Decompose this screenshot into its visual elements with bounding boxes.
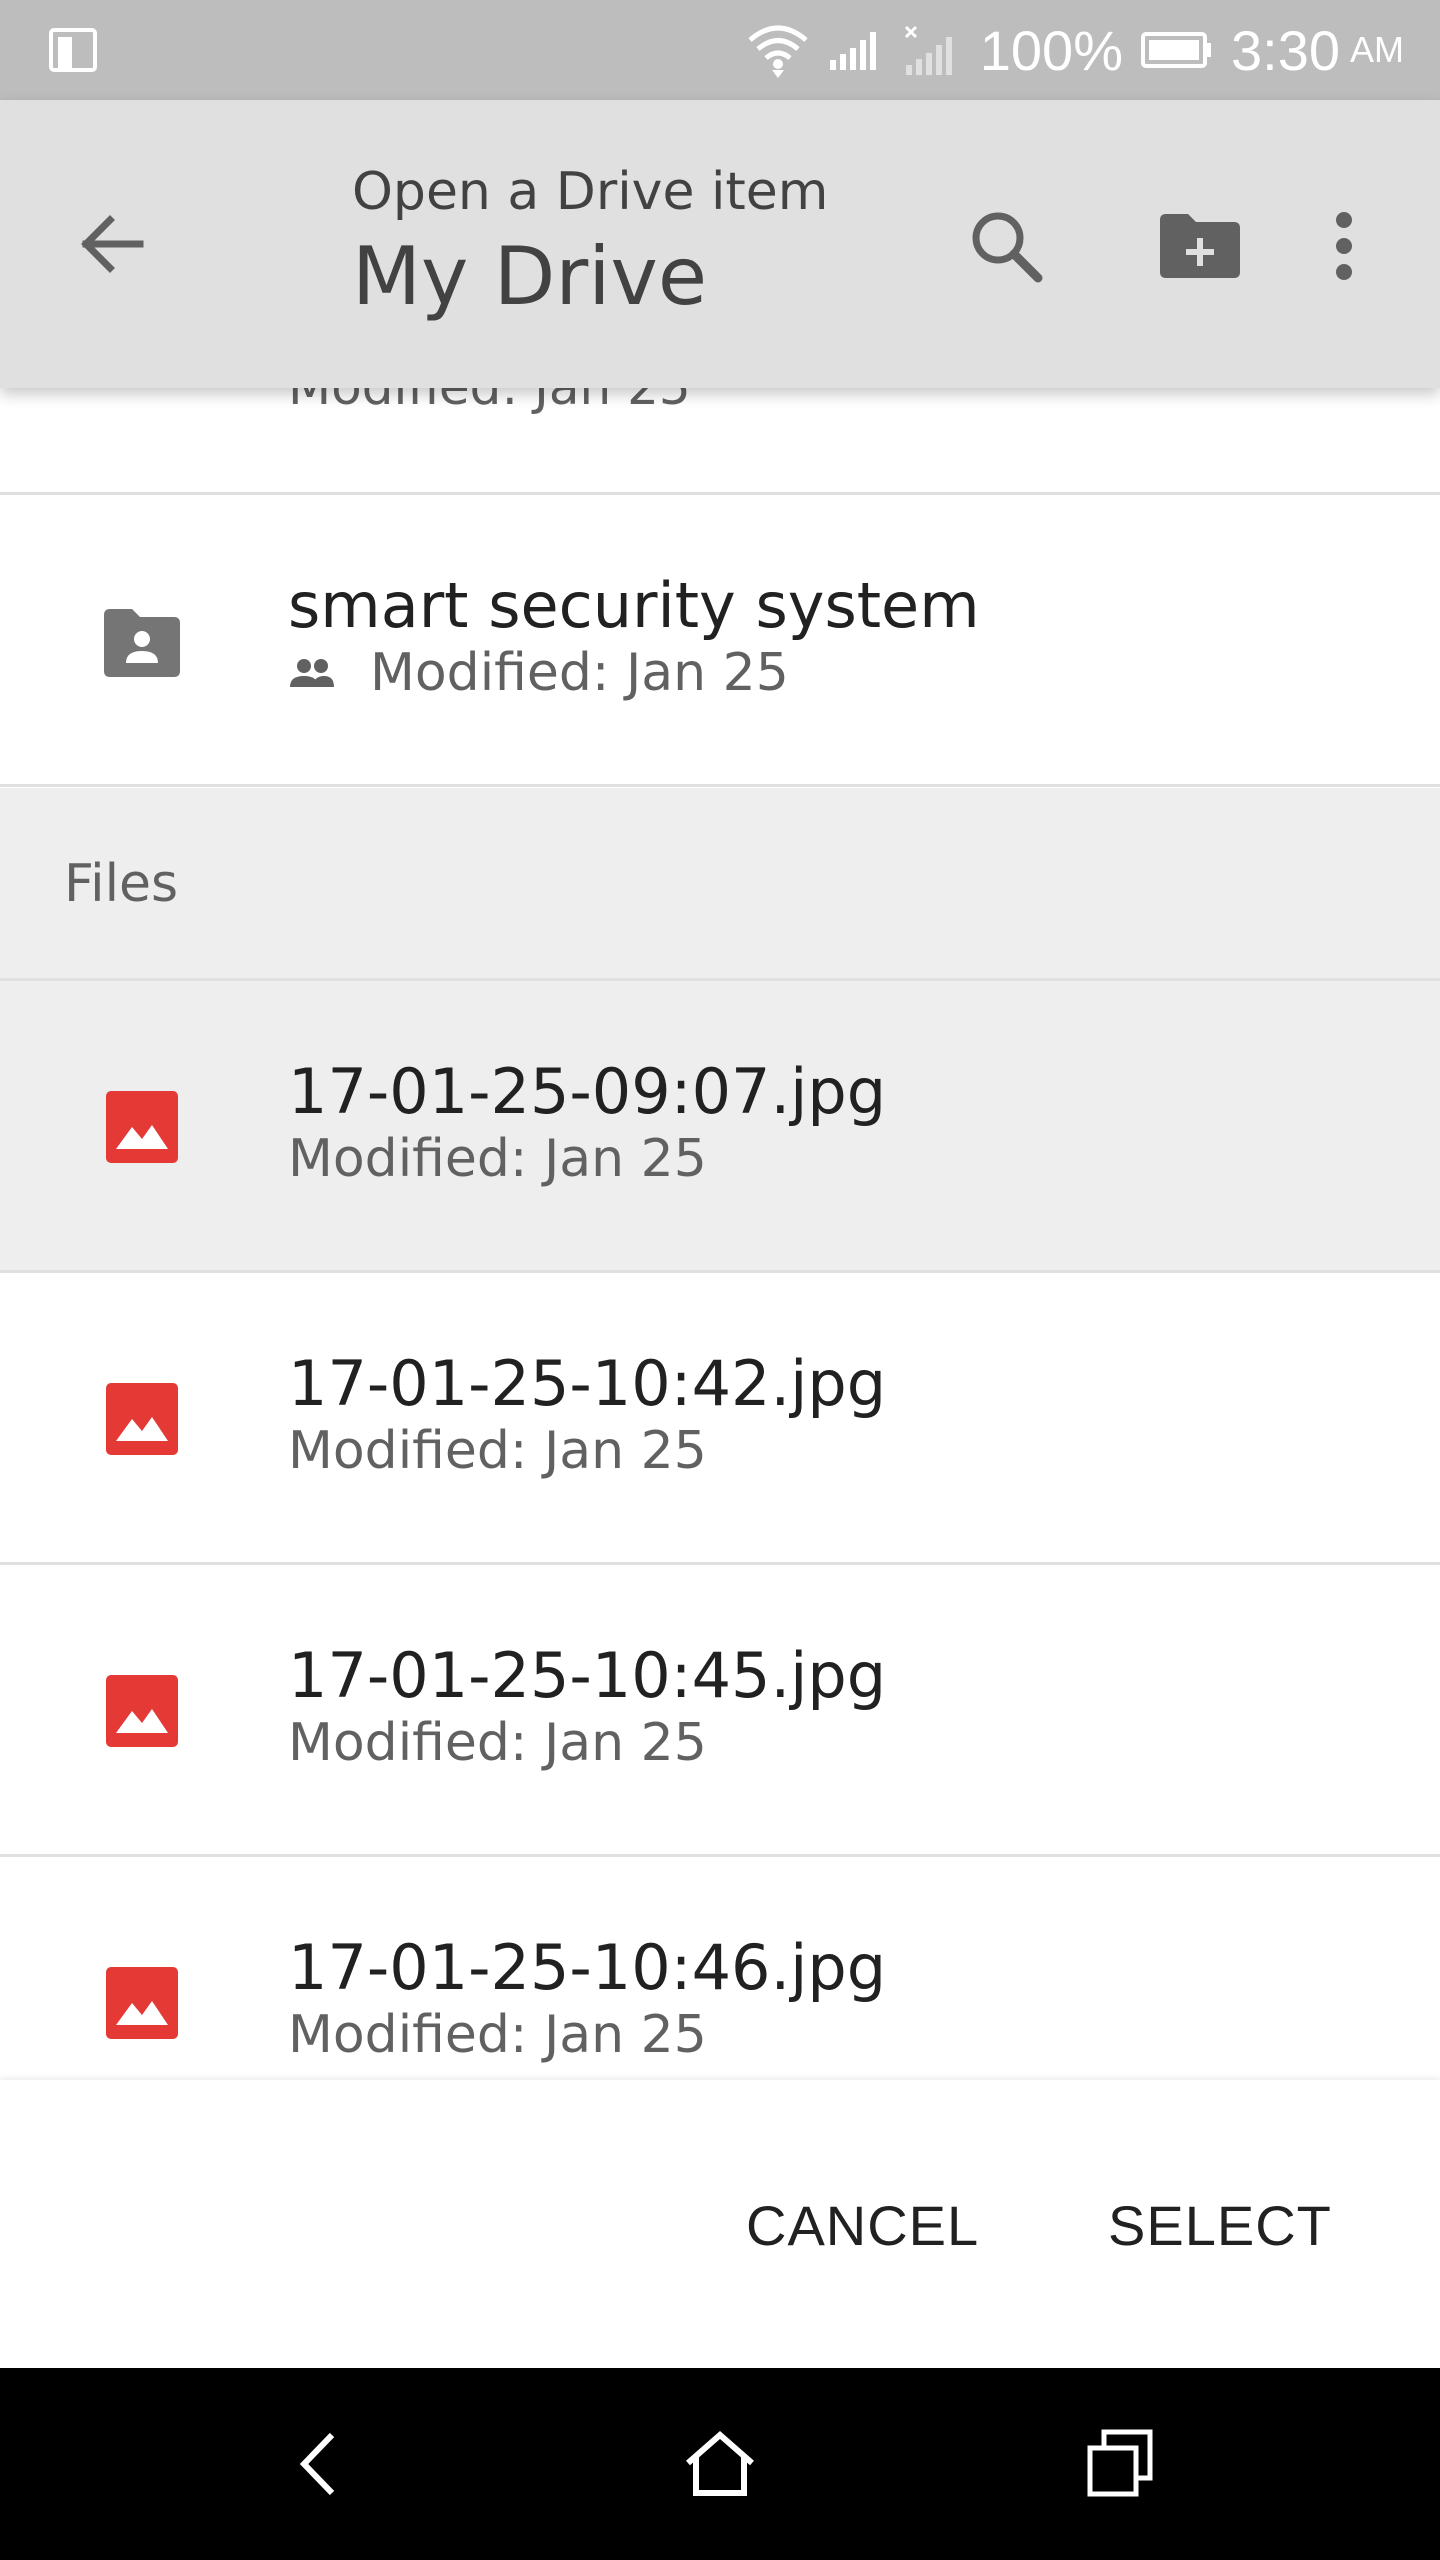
file-modified: Modified: Jan 25	[288, 1421, 707, 1481]
section-header-files: Files	[0, 788, 1440, 981]
image-file-icon	[102, 1963, 182, 2043]
nav-home-icon	[686, 2431, 754, 2496]
file-row-4[interactable]: 17-01-25-10:46.jpg Modified: Jan 25	[0, 1857, 1440, 2080]
search-button[interactable]	[956, 196, 1056, 296]
nav-recent-apps-icon	[1087, 2429, 1153, 2497]
navigation-bar	[0, 2368, 1440, 2560]
nav-back-button[interactable]	[270, 2414, 370, 2514]
screen-rotation-icon	[49, 28, 97, 72]
dialog-actions: CANCEL SELECT	[0, 2080, 1440, 2368]
search-icon	[972, 212, 1043, 283]
file-name: 17-01-25-09:07.jpg	[288, 1055, 887, 1128]
battery-icon	[1141, 32, 1211, 68]
back-arrow-icon	[81, 215, 144, 273]
back-button[interactable]	[64, 196, 160, 292]
image-file-icon	[102, 1671, 182, 1751]
file-name: 17-01-25-10:46.jpg	[288, 1931, 887, 2004]
file-row-1[interactable]: 17-01-25-09:07.jpg Modified: Jan 25	[0, 981, 1440, 1273]
clock: 3:30	[1231, 18, 1340, 82]
image-file-icon	[102, 1379, 182, 1459]
folder-meta: Modified: Jan 25	[288, 643, 789, 703]
battery-percent: 100%	[979, 18, 1123, 82]
select-button[interactable]: SELECT	[1108, 2180, 1332, 2270]
new-folder-button[interactable]	[1150, 196, 1250, 296]
file-modified: Modified: Jan 25	[288, 1129, 707, 1189]
nav-home-button[interactable]	[670, 2414, 770, 2514]
nav-recent-apps-button[interactable]	[1070, 2414, 1170, 2514]
wifi-icon	[748, 25, 808, 78]
signal-icon	[829, 32, 876, 70]
file-row-3[interactable]: 17-01-25-10:45.jpg Modified: Jan 25	[0, 1565, 1440, 1857]
clock-ampm: AM	[1350, 29, 1404, 70]
folder-row-smart-security-system[interactable]: smart security system Modified: Jan 25	[0, 495, 1440, 787]
shared-folder-icon	[102, 601, 182, 681]
file-modified: Modified: Jan 25	[288, 2005, 707, 2065]
file-list[interactable]: Modified: Jan 25 smart security system M…	[0, 100, 1440, 2080]
folder-modified: Modified: Jan 25	[370, 643, 789, 703]
app-subtitle: Open a Drive item	[352, 162, 829, 222]
page-title: My Drive	[352, 230, 708, 323]
more-vert-icon	[1336, 212, 1352, 280]
new-folder-icon	[1160, 214, 1240, 278]
folder-name: smart security system	[288, 569, 980, 642]
file-name: 17-01-25-10:45.jpg	[288, 1639, 887, 1712]
signal-off-icon	[904, 25, 952, 75]
more-options-button[interactable]	[1294, 196, 1394, 296]
nav-back-icon	[299, 2432, 335, 2496]
file-modified: Modified: Jan 25	[288, 1713, 707, 1773]
file-name: 17-01-25-10:42.jpg	[288, 1347, 887, 1420]
section-header-label: Files	[64, 854, 179, 914]
status-bar: 100% 3:30 AM	[0, 0, 1440, 100]
cancel-button[interactable]: CANCEL	[746, 2180, 979, 2270]
shared-people-icon	[290, 659, 334, 687]
image-file-icon	[102, 1087, 182, 1167]
app-bar: Open a Drive item My Drive	[0, 100, 1440, 388]
file-row-2[interactable]: 17-01-25-10:42.jpg Modified: Jan 25	[0, 1273, 1440, 1565]
